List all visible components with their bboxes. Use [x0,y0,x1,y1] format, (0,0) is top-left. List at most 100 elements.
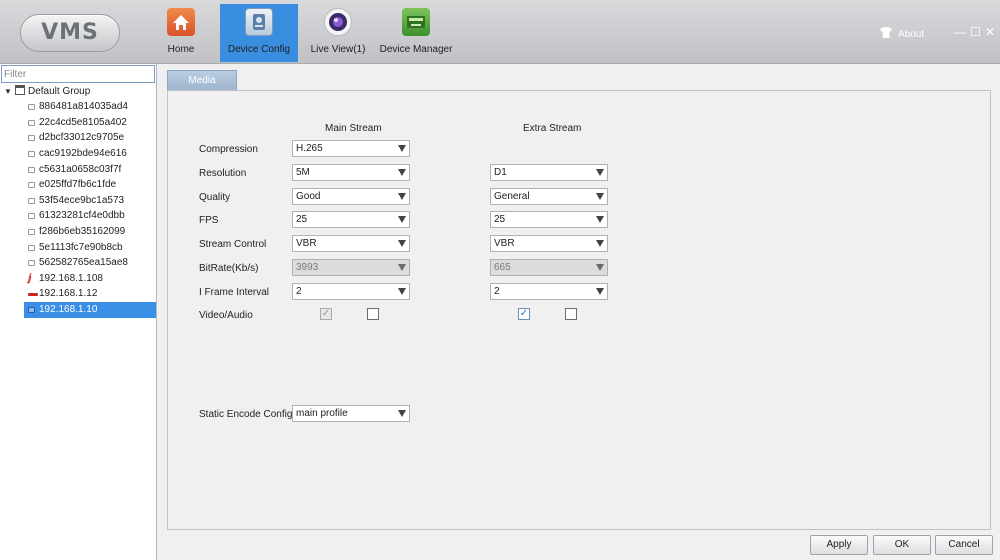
apply-button[interactable]: Apply [810,535,868,555]
compression-label: Compression [199,144,258,155]
bitrate-label: BitRate(Kb/s) [199,263,259,274]
device-offline-icon [28,198,35,204]
dropdown-arrow-icon [398,193,406,200]
tab-device-config[interactable]: Device Config [220,4,298,62]
static-encode-select[interactable]: main profile [292,405,410,422]
device-offline-icon [28,104,35,110]
tree-root-default-group[interactable]: ▼ Default Group [4,85,90,99]
ok-button[interactable]: OK [873,535,931,555]
main-bitrate-select: 3993 [292,259,410,276]
extra-stream-control-select[interactable]: VBR [490,235,608,252]
tree-item[interactable]: 61323281cf4e0dbb [24,208,156,224]
dropdown-arrow-icon [596,264,604,271]
dropdown-arrow-icon [596,240,604,247]
device-config-icon [245,8,273,36]
close-button[interactable]: ✕ [985,26,995,38]
device-offline-icon [28,213,35,219]
quality-label: Quality [199,192,231,203]
extra-stream-header: Extra Stream [523,123,582,134]
maximize-button[interactable]: ☐ [970,26,981,38]
tree-item[interactable]: 562582765ea15ae8 [24,255,156,271]
device-offline-icon [28,151,35,157]
device-alert-icon: ⅉ [28,273,32,284]
tree-item[interactable]: 22c4cd5e8105a402 [24,115,156,131]
dropdown-arrow-icon [596,193,604,200]
main-audio-checkbox[interactable] [367,308,379,320]
extra-fps-select[interactable]: 25 [490,211,608,228]
tab-home-label: Home [167,44,195,55]
media-settings-panel [167,90,991,530]
device-offline-icon [28,245,35,251]
tab-media[interactable]: Media [167,70,237,90]
main-quality-select[interactable]: Good [292,188,410,205]
device-offline-icon [28,260,35,266]
device-offline-icon [28,120,35,126]
tab-device-manager-label: Device Manager [379,44,453,55]
device-offline-icon [28,182,35,188]
about-label: About [898,29,925,40]
main-resolution-select[interactable]: 5M [292,164,410,181]
iframe-interval-label: I Frame Interval [199,287,270,298]
device-online-icon [28,307,35,313]
device-manager-icon [402,8,430,36]
minimize-button[interactable]: — [954,26,966,38]
extra-resolution-select[interactable]: D1 [490,164,608,181]
about-button[interactable]: About [880,27,924,40]
dropdown-arrow-icon [596,169,604,176]
dropdown-arrow-icon [398,169,406,176]
main-stream-control-select[interactable]: VBR [292,235,410,252]
extra-quality-select[interactable]: General [490,188,608,205]
resolution-label: Resolution [199,168,247,179]
tree-item[interactable]: ⅉ 192.168.1.108 [24,271,156,287]
dropdown-arrow-icon [398,240,406,247]
main-video-checkbox: ✓ [320,308,332,320]
cancel-button[interactable]: Cancel [935,535,993,555]
device-offline-icon [28,167,35,173]
dropdown-arrow-icon [596,288,604,295]
dropdown-arrow-icon [596,216,604,223]
expand-arrow-icon[interactable]: ▼ [4,85,12,99]
dropdown-arrow-icon [398,288,406,295]
extra-bitrate-select: 665 [490,259,608,276]
fps-label: FPS [199,215,219,226]
header-bar: VMS Home Device Config Live View(1) Devi… [0,0,1000,64]
main-compression-select[interactable]: H.265 [292,140,410,157]
app-logo: VMS [20,14,120,52]
tree-item[interactable]: e025ffd7fb6c1fde [24,177,156,193]
tree-item[interactable]: c5631a0658c03f7f [24,162,156,178]
device-offline-icon [28,135,35,141]
group-icon [15,85,25,95]
extra-iframe-select[interactable]: 2 [490,283,608,300]
tab-device-manager[interactable]: Device Manager [378,4,454,62]
tree-item[interactable]: 192.168.1.12 [24,286,156,302]
tab-home[interactable]: Home [150,4,212,62]
main-iframe-select[interactable]: 2 [292,283,410,300]
video-audio-label: Video/Audio [199,310,253,321]
tree-root-label: Default Group [28,86,91,97]
tab-live-view[interactable]: Live View(1) [305,4,371,62]
stream-control-label: Stream Control [199,239,267,250]
filter-input[interactable] [1,65,155,83]
tree-item[interactable]: f286b6eb35162099 [24,224,156,240]
main-fps-select[interactable]: 25 [292,211,410,228]
tree-item[interactable]: 5e1113fc7e90b8cb [24,240,156,256]
tree-item[interactable]: 53f54ece9bc1a573 [24,193,156,209]
tree-item[interactable]: 886481a814035ad4 [24,99,156,115]
tab-device-config-label: Device Config [227,44,291,55]
main-content: Media [157,64,1000,560]
main-stream-header: Main Stream [325,123,382,134]
dropdown-arrow-icon [398,145,406,152]
static-encode-label: Static Encode Config [199,409,293,420]
tree-item[interactable]: d2bcf33012c9705e [24,130,156,146]
camera-lens-icon [324,8,352,36]
extra-video-checkbox[interactable]: ✓ [518,308,530,320]
device-offline-icon [28,229,35,235]
tree-item[interactable]: cac9192bde94e616 [24,146,156,162]
home-icon [167,8,195,36]
dropdown-arrow-icon [398,216,406,223]
extra-audio-checkbox[interactable] [565,308,577,320]
device-error-icon [28,293,38,296]
tab-live-view-label: Live View(1) [310,44,366,55]
dropdown-arrow-icon [398,410,406,417]
tree-item-selected[interactable]: 192.168.1.10 [24,302,156,318]
